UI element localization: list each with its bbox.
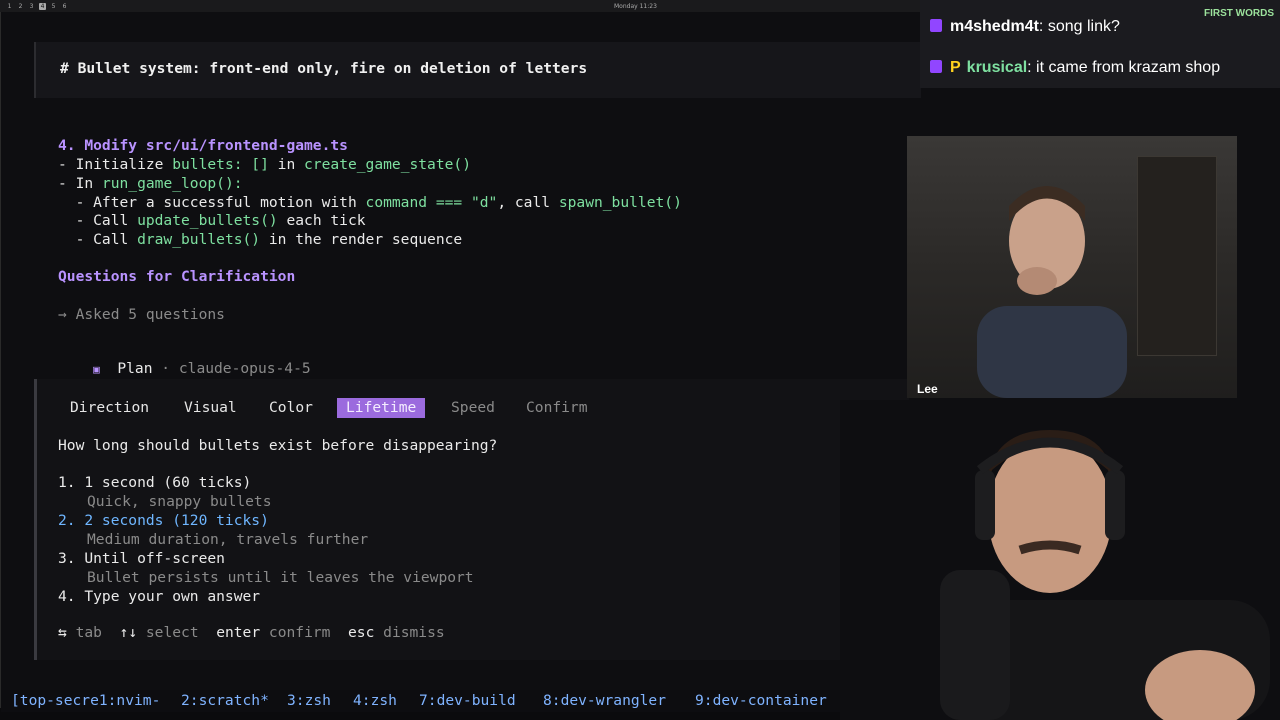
streamer-silhouette-icon [840,400,1280,720]
tab-lifetime[interactable]: Lifetime [337,398,426,418]
plan-line: - In run_game_loop(): [58,175,243,192]
tmux-window[interactable]: 9:dev-container [695,692,827,709]
hint-text: confirm [260,624,331,641]
code-span: run_game_loop(): [101,175,243,192]
hint-key: enter [216,624,261,641]
code-span: command === "d" [365,194,498,211]
prime-badge-icon: P [950,59,961,76]
question-dialog: Direction Visual Color Lifetime Speed Confirm… [34,379,909,660]
text-span: - In [58,175,102,192]
hint-key: esc [348,624,375,641]
model-name: claude-opus-4-5 [178,360,311,377]
chat-text: : song link? [1038,18,1120,35]
webcam-name-label: Lee [917,382,938,396]
text-span: - Call [58,212,138,229]
system-top-bar: 1 2 3 4 5 6 Monday 11:23 [0,0,920,12]
person-silhouette-icon [977,186,1127,398]
question-prompt: How long should bullets exist before dis… [58,437,498,454]
keyboard-hints: ⇆ tab ↑↓ select enter confirm esc dismis… [58,624,445,641]
tab-color[interactable]: Color [260,398,322,418]
text-span: in [268,156,305,173]
clock: Monday 11:23 [614,3,657,10]
header-block: # Bullet system: front-end only, fire on… [34,42,921,98]
option-3[interactable]: 3. Until off-screen [58,550,225,567]
header-text: # Bullet system: front-end only, fire on… [60,60,588,77]
chat-message: m4shedm4t: song link? [930,18,1120,36]
tmux-window[interactable]: [top-secre1:nvim- [11,692,160,709]
text-span: each tick [277,212,366,229]
text-span: , call [497,194,559,211]
plan-step-title: 4. Modify src/ui/frontend-game.ts [58,137,348,154]
tmux-window[interactable]: 2:scratch* [181,692,269,709]
workspace-5[interactable]: 5 [50,3,57,10]
hint-key: ⇆ [58,624,67,641]
chat-text: : it came from krazam shop [1027,59,1221,76]
plan-line: - Call draw_bullets() in the render sequ… [58,231,463,248]
tmux-window[interactable]: 3:zsh [287,692,331,709]
tmux-window[interactable]: 7:dev-build [419,692,516,709]
chat-username: krusical [966,59,1028,76]
code-span: bullets: [] [172,156,269,173]
plan-line: - Initialize bullets: [] in create_game_… [58,156,471,173]
first-words-label: FIRST WORDS [1204,8,1274,19]
webcam-streamer [840,400,1280,720]
chat-message: Pkrusical: it came from krazam shop [930,59,1220,77]
background-shelf [1137,156,1217,356]
option-description: Quick, snappy bullets [87,493,272,510]
questions-heading: Questions for Clarification [58,268,296,285]
tab-direction[interactable]: Direction [61,398,158,418]
code-span: spawn_bullet() [558,194,682,211]
code-span: update_bullets() [137,212,278,229]
option-4[interactable]: 4. Type your own answer [58,588,260,605]
code-span: draw_bullets() [137,231,261,248]
mode-separator: · [152,360,179,377]
hint-text: dismiss [374,624,445,641]
text-span: in the render sequence [260,231,463,248]
option-2[interactable]: 2. 2 seconds (120 ticks) [58,512,269,529]
tab-visual[interactable]: Visual [175,398,246,418]
workspace-6[interactable]: 6 [61,3,68,10]
workspace-3[interactable]: 3 [28,3,35,10]
option-description: Medium duration, travels further [87,531,369,548]
plan-line: - After a successful motion with command… [58,194,682,211]
tab-confirm[interactable]: Confirm [517,398,597,418]
workspace-1[interactable]: 1 [6,3,13,10]
stream-chat-overlay: FIRST WORDS m4shedm4t: song link? Pkrusi… [920,0,1280,88]
webcam-lee: Lee [907,136,1237,398]
twitch-icon [930,60,942,73]
twitch-icon [930,19,942,32]
text-span: - Call [58,231,138,248]
chat-username: m4shedm4t [950,18,1039,35]
plan-line: - Call update_bullets() each tick [58,212,366,229]
mode-label: Plan [117,360,153,377]
hint-text: tab [66,624,102,641]
asked-questions[interactable]: → Asked 5 questions [58,306,225,323]
workspace-4[interactable]: 4 [39,3,46,10]
tab-speed[interactable]: Speed [442,398,504,418]
tmux-window[interactable]: 4:zsh [353,692,397,709]
option-description: Bullet persists until it leaves the view… [87,569,474,586]
option-1[interactable]: 1. 1 second (60 ticks) [58,474,251,491]
text-span: - Initialize [58,156,173,173]
hint-text: select [137,624,199,641]
text-span: - After a successful motion with [58,194,366,211]
tmux-window[interactable]: 8:dev-wrangler [543,692,666,709]
plan-mode-icon: ▣ [93,363,100,376]
workspace-2[interactable]: 2 [17,3,24,10]
code-span: create_game_state() [304,156,471,173]
workspace-switcher: 1 2 3 4 5 6 [6,3,68,10]
hint-key: ↑↓ [119,624,138,641]
